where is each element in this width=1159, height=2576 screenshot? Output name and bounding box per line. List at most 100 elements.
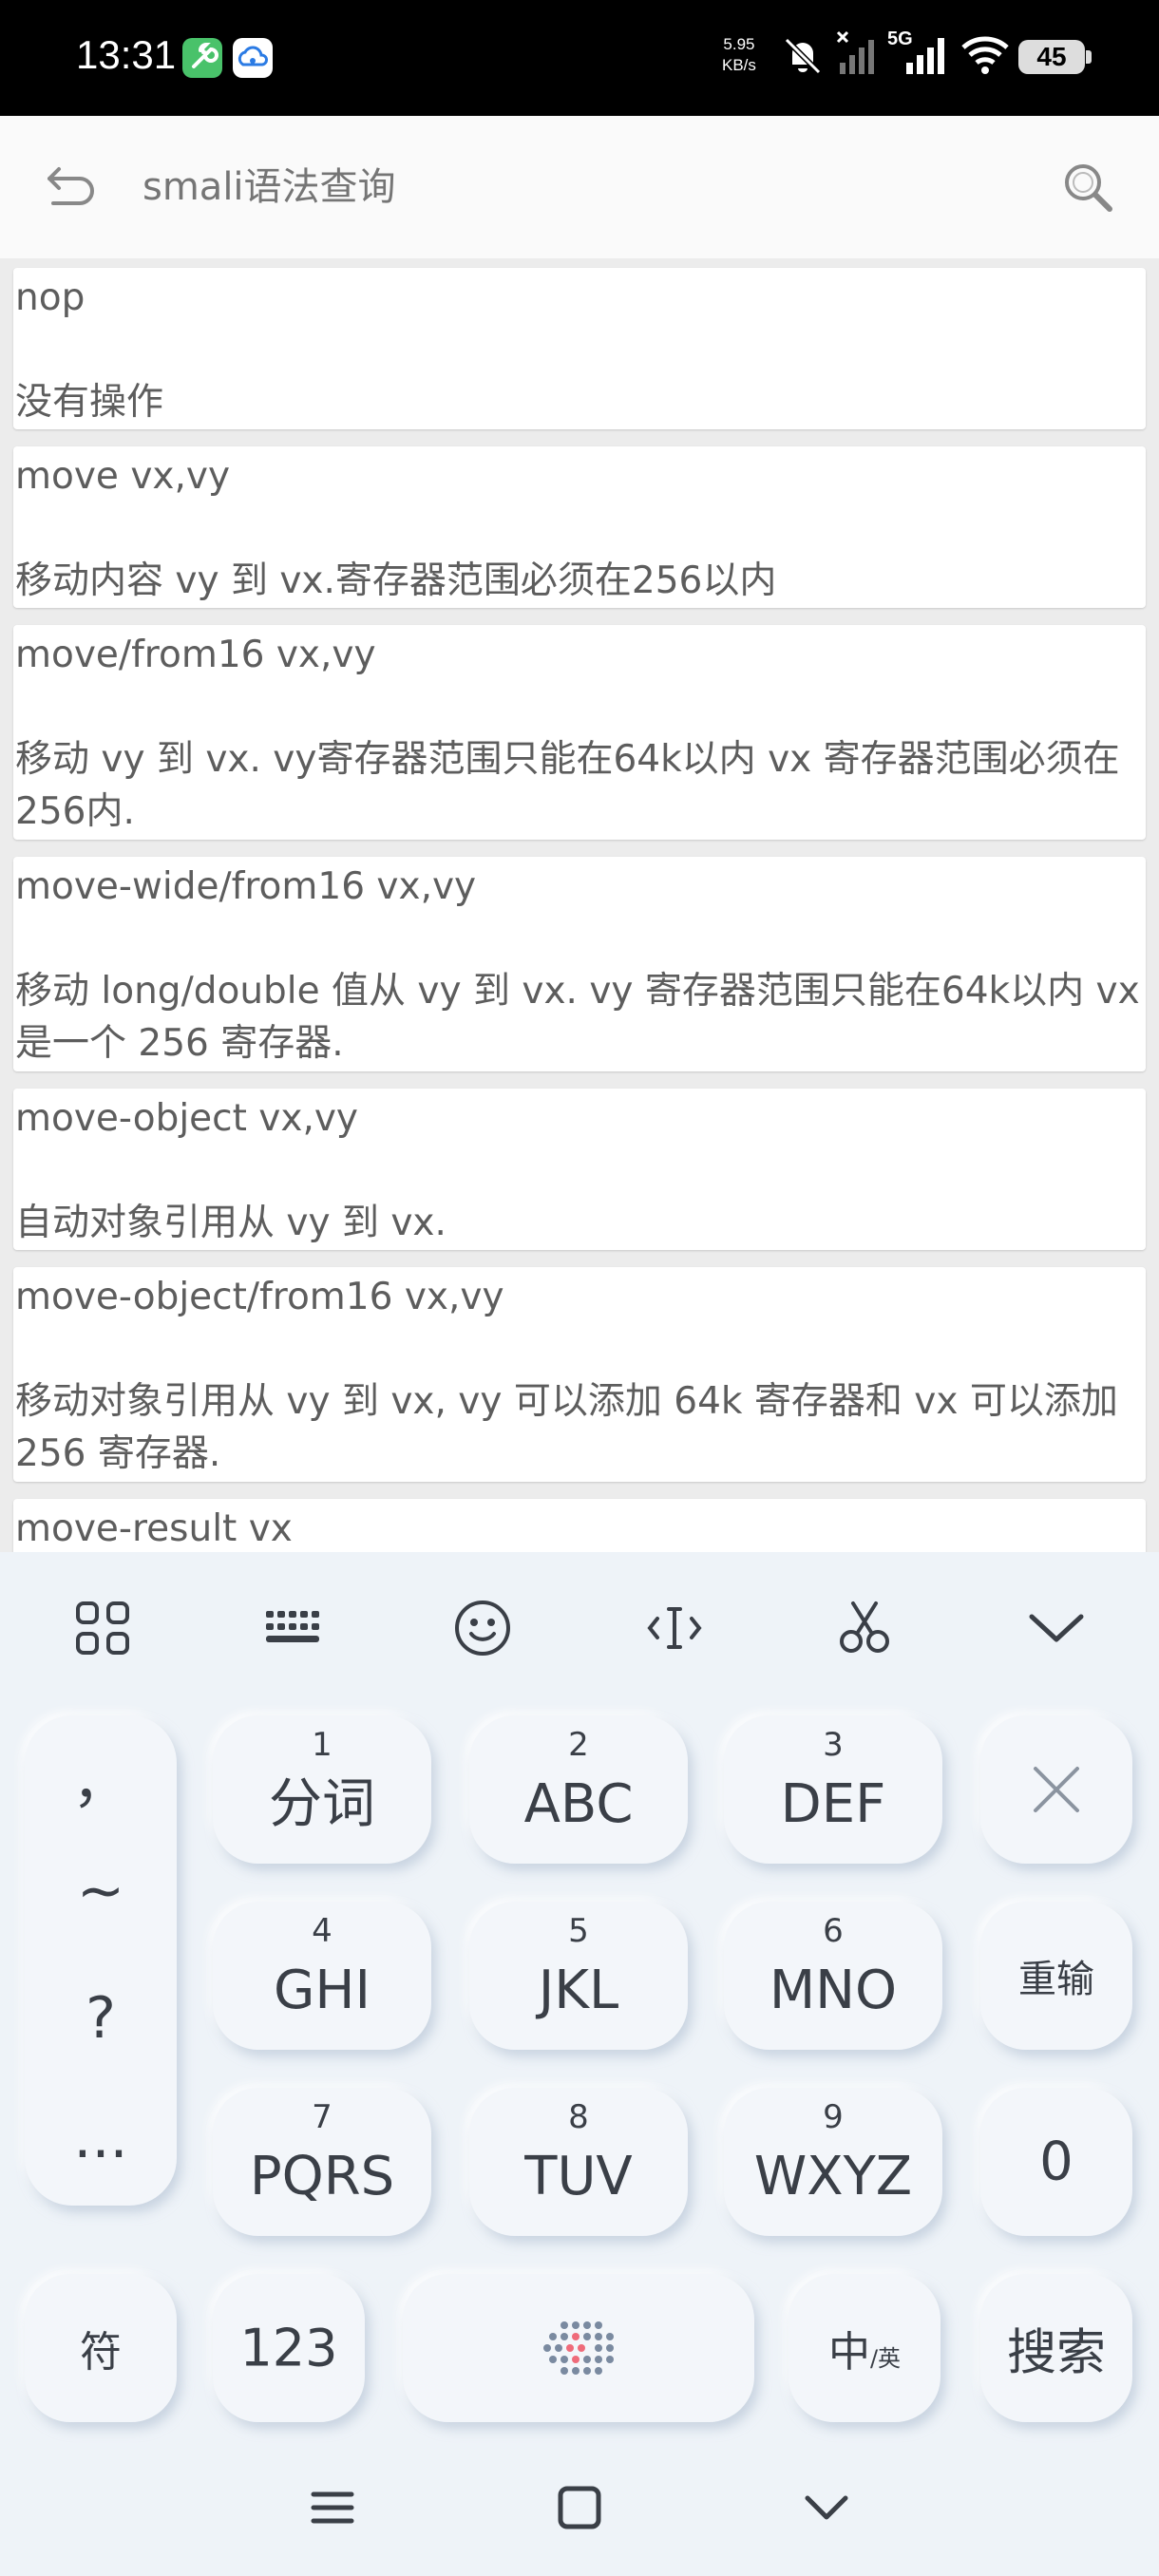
recent-apps-button[interactable] <box>294 2470 370 2546</box>
punct-tilde[interactable]: ~ <box>25 1858 177 1924</box>
punct-ellipsis[interactable]: ... <box>25 2105 177 2171</box>
text-cursor-icon <box>647 1607 702 1649</box>
instruction-syntax: move-wide/from16 vx,vy <box>15 865 477 908</box>
symbols-key[interactable]: 符 <box>25 2274 177 2422</box>
key-label: 重输 <box>1018 1958 1094 2001</box>
instruction-description: 移动 long/double 值从 vy 到 vx. vy 寄存器范围只能在64… <box>15 970 1140 1065</box>
smiley-icon <box>455 1601 510 1656</box>
key-number: 4 <box>312 1912 332 1950</box>
status-time: 13:31 <box>76 32 177 77</box>
collapse-keyboard-button[interactable] <box>1018 1590 1094 1666</box>
instruction-description: 移动内容 vy 到 vx.寄存器范围必须在256以内 <box>15 559 777 602</box>
key-9-wxyz[interactable]: 9 WXYZ <box>724 2088 942 2236</box>
back-nav-button[interactable] <box>788 2470 864 2546</box>
grid-icon <box>76 1601 129 1655</box>
instruction-description: 移动对象引用从 vy 到 vx, vy 可以添加 64k 寄存器和 vx 可以添… <box>15 1380 1118 1475</box>
key-1-fenci[interactable]: 1 分词 <box>213 1715 431 1864</box>
back-button[interactable] <box>38 154 104 220</box>
instruction-description: 没有操作 <box>15 381 164 424</box>
key-label: PQRS <box>249 2146 395 2207</box>
key-number: 1 <box>312 1726 332 1764</box>
key-number: 5 <box>568 1912 589 1950</box>
wrench-app-icon <box>182 38 222 78</box>
numbers-key[interactable]: 123 <box>213 2274 365 2422</box>
key-label: WXYZ <box>753 2146 913 2207</box>
punct-question[interactable]: ? <box>25 1985 177 2052</box>
lang-main: 中 <box>827 2328 870 2377</box>
signal-no-service-icon <box>836 30 874 74</box>
key-4-ghi[interactable]: 4 GHI <box>213 1902 431 2050</box>
scissors-icon <box>840 1601 889 1653</box>
search-icon <box>1065 164 1112 212</box>
instruction-description: 移动 vy 到 vx. vy寄存器范围只能在64k以内 vx 寄存器范围必须在2… <box>15 738 1120 833</box>
space-dots-icon <box>543 2321 614 2375</box>
key-number: 3 <box>823 1726 844 1764</box>
key-label: 0 <box>1039 2131 1074 2193</box>
battery-tip <box>1086 50 1092 64</box>
key-label: ABC <box>523 1773 634 1835</box>
list-item[interactable]: move-result vx <box>13 1499 1146 1552</box>
key-label: TUV <box>524 2146 633 2207</box>
key-label: MNO <box>769 1960 898 2021</box>
instruction-syntax: nop <box>15 276 86 319</box>
apps-grid-button[interactable] <box>65 1590 141 1666</box>
reinput-key[interactable]: 重输 <box>980 1902 1132 2050</box>
instruction-syntax: move-object/from16 vx,vy <box>15 1276 504 1318</box>
cloud-app-icon <box>233 38 273 78</box>
ime-keyboard: ， ~ ? ... 1 分词 2 ABC 3 DEF 4 GHI 5 JKL 6… <box>0 1552 1159 2576</box>
list-item[interactable]: move/from16 vx,vy 移动 vy 到 vx. vy寄存器范围只能在… <box>13 625 1146 840</box>
key-2-abc[interactable]: 2 ABC <box>469 1715 688 1864</box>
key-6-mno[interactable]: 6 MNO <box>724 1902 942 2050</box>
keyboard-toolbar <box>0 1552 1159 1704</box>
key-label: 符 <box>80 2328 122 2377</box>
clipboard-cut-button[interactable] <box>826 1590 902 1666</box>
menu-icon <box>311 2491 354 2524</box>
home-button[interactable] <box>542 2470 618 2546</box>
search-key[interactable]: 搜索 <box>980 2274 1132 2422</box>
list-item[interactable]: move-object vx,vy 自动对象引用从 vy 到 vx. <box>13 1089 1146 1250</box>
instruction-list[interactable]: nop 没有操作 move vx,vy 移动内容 vy 到 vx.寄存器范围必须… <box>0 258 1159 1552</box>
key-3-def[interactable]: 3 DEF <box>724 1715 942 1864</box>
key-number: 6 <box>823 1912 844 1950</box>
instruction-syntax: move/from16 vx,vy <box>15 634 376 676</box>
keyboard-icon <box>266 1611 319 1642</box>
list-item[interactable]: move-object/from16 vx,vy 移动对象引用从 vy 到 vx… <box>13 1267 1146 1482</box>
key-7-pqrs[interactable]: 7 PQRS <box>213 2088 431 2236</box>
key-number: 7 <box>312 2098 332 2136</box>
delete-key[interactable] <box>980 1715 1132 1864</box>
language-toggle-key[interactable]: 中/英 <box>788 2274 940 2422</box>
search-input[interactable] <box>142 159 998 216</box>
lang-sub: /英 <box>869 2345 902 2372</box>
search-button[interactable] <box>1054 154 1121 220</box>
square-icon <box>558 2486 601 2529</box>
space-key[interactable] <box>403 2274 754 2422</box>
network-speed-value: 5.95 <box>723 35 755 53</box>
emoji-button[interactable] <box>445 1590 521 1666</box>
key-number: 8 <box>568 2098 589 2136</box>
network-speed-unit: KB/s <box>722 56 756 74</box>
mute-bell-icon <box>784 37 822 75</box>
keyboard-layout-button[interactable] <box>255 1590 331 1666</box>
key-number: 9 <box>823 2098 844 2136</box>
chevron-down-icon <box>805 2495 848 2520</box>
key-label: 分词 <box>269 1773 375 1835</box>
network-speed: 5.95 KB/s <box>722 34 756 76</box>
key-label: 搜索 <box>1006 2324 1106 2382</box>
key-0[interactable]: 0 <box>980 2088 1132 2236</box>
key-8-tuv[interactable]: 8 TUV <box>469 2088 688 2236</box>
punctuation-column[interactable]: ， ~ ? ... <box>25 1715 177 2206</box>
instruction-description: 自动对象引用从 vy 到 vx. <box>15 1202 446 1244</box>
key-label: GHI <box>273 1960 371 2021</box>
close-icon <box>1034 1767 1079 1812</box>
status-bar: 13:31 5.95 KB/s 5G 45 <box>0 0 1159 116</box>
instruction-syntax: move-object vx,vy <box>15 1097 359 1140</box>
back-arrow-icon <box>48 167 94 205</box>
cursor-button[interactable] <box>636 1590 712 1666</box>
list-item[interactable]: move-wide/from16 vx,vy 移动 long/double 值从… <box>13 857 1146 1071</box>
key-5-jkl[interactable]: 5 JKL <box>469 1902 688 2050</box>
punct-comma[interactable]: ， <box>25 1736 177 1819</box>
key-number: 2 <box>568 1726 589 1764</box>
list-item[interactable]: nop 没有操作 <box>13 268 1146 429</box>
list-item[interactable]: move vx,vy 移动内容 vy 到 vx.寄存器范围必须在256以内 <box>13 446 1146 608</box>
chevron-down-icon <box>1029 1614 1084 1642</box>
